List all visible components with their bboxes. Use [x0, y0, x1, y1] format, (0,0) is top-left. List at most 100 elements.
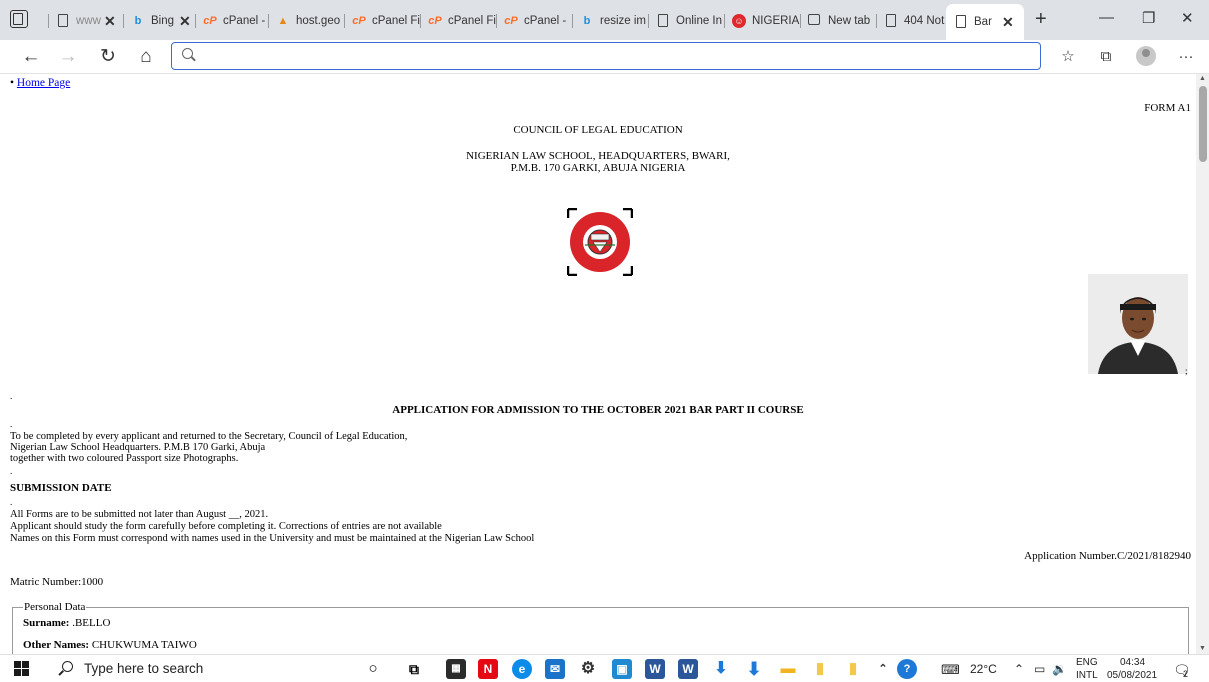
tab-cpanel-4[interactable]: cP cPanel - — [496, 6, 572, 36]
close-icon[interactable]: ✕ — [179, 6, 191, 36]
address-input[interactable] — [202, 46, 1022, 66]
cortana-icon[interactable]: ○ — [363, 659, 383, 679]
language-line1[interactable]: ENG — [1076, 657, 1098, 668]
scroll-down-arrow-icon[interactable]: ▼ — [1199, 645, 1206, 652]
other-names-row: Other Names: CHUKWUMA TAIWO — [23, 639, 1178, 651]
close-icon[interactable]: ✕ — [1002, 4, 1014, 40]
photo-suffix: ; — [1185, 366, 1188, 376]
tab-host[interactable]: ▲ host.geo — [268, 6, 344, 36]
taskbar-search-input[interactable]: Type here to search — [84, 661, 203, 676]
bing-icon: b — [134, 15, 142, 27]
cpanel-icon: cP — [352, 15, 366, 27]
windows-start-icon[interactable] — [14, 661, 29, 676]
volume-icon[interactable]: 🔉 — [1052, 662, 1067, 676]
photos-icon[interactable]: ▣ — [612, 659, 632, 679]
submission-note-3: Names on this Form must correspond with … — [10, 533, 535, 544]
tab-404[interactable]: 404 Not — [876, 6, 946, 36]
other-names-value: CHUKWUMA TAIWO — [89, 639, 197, 651]
minimize-icon[interactable]: — — [1099, 9, 1114, 26]
tab-online[interactable]: Online In — [648, 6, 724, 36]
tab-bing[interactable]: b Bing ✕ — [123, 6, 195, 36]
personal-data-fieldset: Personal Data Surname: .BELLO Other Name… — [12, 601, 1189, 654]
red-circle-icon: ☺ — [732, 14, 746, 28]
netflix-icon[interactable]: N — [478, 659, 498, 679]
language-line2[interactable]: INTL — [1076, 670, 1098, 681]
favorites-icon[interactable]: ☆ — [1055, 44, 1081, 70]
forward-arrow-icon[interactable]: → — [55, 44, 81, 70]
surname-value: .BELLO — [69, 617, 111, 629]
newtab-icon — [808, 14, 820, 25]
clock-date[interactable]: 05/08/2021 — [1107, 670, 1157, 681]
notification-icon[interactable]: 🗨 — [1173, 662, 1191, 679]
application-heading: APPLICATION FOR ADMISSION TO THE OCTOBER… — [392, 404, 804, 416]
submission-note-2: Applicant should study the form carefull… — [10, 521, 442, 532]
search-icon — [62, 661, 73, 672]
close-icon[interactable]: ✕ — [104, 6, 116, 36]
download-icon[interactable]: ⬇ — [744, 659, 764, 679]
host-icon: ▲ — [277, 15, 289, 27]
tab-resize[interactable]: b resize im — [572, 6, 648, 36]
bing-icon: b — [583, 15, 591, 27]
help-icon[interactable]: ? — [897, 659, 917, 679]
tab-cpanel-1[interactable]: cP cPanel - — [195, 6, 268, 36]
submission-note-1: All Forms are to be submitted not later … — [10, 509, 269, 520]
page-scrollbar[interactable]: ▲ ▼ — [1196, 74, 1209, 654]
close-window-icon[interactable]: ✕ — [1181, 9, 1194, 27]
home-page-link[interactable]: Home Page — [17, 77, 70, 89]
settings-gear-icon[interactable]: ⚙ — [578, 659, 598, 679]
spacer-dot: . — [10, 419, 13, 429]
council-seal-logo — [566, 207, 634, 277]
word-icon[interactable]: W — [678, 659, 698, 679]
home-icon[interactable]: ⌂ — [133, 44, 159, 70]
spacer-dot: . — [10, 466, 13, 476]
more-menu-icon[interactable]: ··· — [1173, 44, 1199, 70]
mail-icon[interactable]: ✉ — [545, 659, 565, 679]
application-number: Application Number.C/2021/8182940 — [1024, 550, 1191, 562]
address-bar[interactable] — [171, 42, 1041, 70]
scroll-thumb[interactable] — [1199, 86, 1207, 162]
page-viewport: • Home Page FORM A1 COUNCIL OF LEGAL EDU… — [0, 74, 1196, 654]
refresh-icon[interactable]: ↻ — [95, 44, 121, 70]
tab-strip: www ✕ b Bing ✕ cP cPanel - ▲ host.geo cP… — [0, 0, 1209, 40]
sticky-note-icon[interactable]: ▮ — [843, 659, 863, 679]
scroll-up-arrow-icon[interactable]: ▲ — [1199, 75, 1206, 82]
passport-photo — [1088, 274, 1188, 374]
tab-cpanel-2[interactable]: cP cPanel Fi — [344, 6, 420, 36]
task-view-icon[interactable]: ⧉ — [404, 659, 424, 679]
restore-icon[interactable]: ❐ — [1142, 9, 1155, 27]
school-address-line2: P.M.B. 170 GARKI, ABUJA NIGERIA — [510, 162, 686, 174]
profile-avatar[interactable] — [1136, 46, 1156, 66]
keyboard-icon[interactable]: ⌨ — [941, 662, 960, 678]
word-icon[interactable]: W — [645, 659, 665, 679]
download-icon[interactable]: ⬇ — [711, 659, 731, 679]
battery-icon[interactable]: ▭ — [1034, 662, 1045, 676]
page-icon — [956, 15, 966, 28]
collections-icon[interactable]: ⧉ — [1093, 44, 1119, 70]
surname-label: Surname: — [23, 617, 70, 629]
tab-newtab[interactable]: New tab — [800, 6, 876, 36]
instructions-line-3: together with two coloured Passport size… — [10, 453, 239, 464]
council-title: COUNCIL OF LEGAL EDUCATION — [513, 124, 683, 136]
page-icon — [658, 14, 668, 27]
school-address-line1: NIGERIAN LAW SCHOOL, HEADQUARTERS, BWARI… — [466, 150, 730, 162]
sticky-note-icon[interactable]: ▮ — [810, 659, 830, 679]
page-icon — [58, 14, 68, 27]
clock-time[interactable]: 04:34 — [1120, 657, 1145, 668]
store-icon[interactable]: ▦ — [446, 659, 466, 679]
new-tab-plus-icon[interactable]: + — [1035, 8, 1047, 31]
tab-actions-icon[interactable] — [10, 10, 28, 28]
surname-row: Surname: .BELLO — [23, 617, 1178, 629]
personal-data-legend: Personal Data — [24, 601, 86, 613]
temperature[interactable]: 22°C — [970, 662, 997, 676]
search-icon — [182, 48, 193, 59]
tab-www[interactable]: www ✕ — [48, 6, 128, 36]
spacer-dot: . — [10, 391, 13, 401]
edge-icon[interactable]: e — [512, 659, 532, 679]
overflow-chevron-icon[interactable]: ⌃ — [873, 659, 893, 679]
file-explorer-icon[interactable]: ▬ — [778, 659, 798, 679]
tab-cpanel-3[interactable]: cP cPanel Fi — [420, 6, 496, 36]
tab-bar-active[interactable]: Bar ✕ — [946, 4, 1024, 40]
tray-chevron-icon[interactable]: ⌃ — [1014, 662, 1024, 676]
back-arrow-icon[interactable]: ← — [18, 44, 44, 70]
tab-nigeria[interactable]: ☺ NIGERIA — [724, 6, 800, 36]
